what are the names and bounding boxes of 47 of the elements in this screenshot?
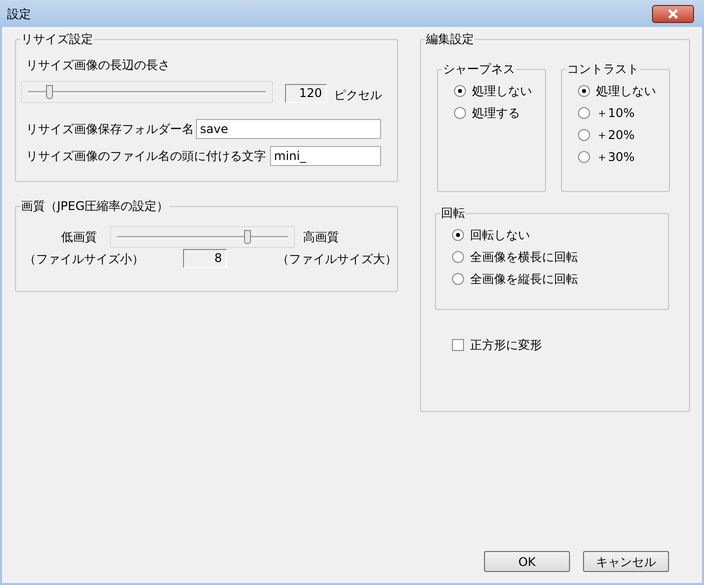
radio-button[interactable]: [578, 129, 590, 141]
slider-thumb[interactable]: [46, 85, 54, 99]
radio-button[interactable]: [578, 151, 590, 163]
group-title: 編集設定: [425, 32, 475, 46]
radio-label[interactable]: 全画像を縦長に回転: [470, 270, 578, 288]
unit-label: ピクセル: [334, 87, 382, 104]
close-button[interactable]: [652, 4, 694, 22]
radio-label[interactable]: 回転しない: [470, 226, 530, 244]
radio-label[interactable]: 処理する: [472, 104, 520, 122]
slider-thumb[interactable]: [244, 230, 252, 244]
slider[interactable]: [110, 226, 295, 248]
text-field[interactable]: save: [196, 119, 381, 139]
group-title: リサイズ設定: [20, 32, 94, 46]
radio-label[interactable]: 処理しない: [596, 82, 656, 100]
radio-label[interactable]: ＋20%: [596, 126, 635, 144]
radio-button[interactable]: [578, 85, 590, 97]
radio-label[interactable]: 処理しない: [472, 82, 532, 100]
radio-label[interactable]: 全画像を横長に回転: [470, 248, 578, 266]
window-title: 設定: [7, 6, 31, 22]
radio-button[interactable]: [578, 107, 590, 119]
radio-button[interactable]: [454, 85, 466, 97]
group-title: 画質（JPEG圧縮率の設定）: [20, 199, 170, 213]
close-icon: [667, 8, 679, 18]
dialog-button[interactable]: OK: [484, 551, 570, 572]
large-size-note: （ファイルサイズ大）: [277, 250, 397, 268]
value-field[interactable]: 120: [285, 84, 327, 102]
checkbox[interactable]: [452, 339, 464, 351]
radio-button[interactable]: [452, 229, 464, 241]
dialog-button[interactable]: キャンセル: [583, 551, 669, 572]
high-quality-label: 高画質: [303, 229, 339, 246]
low-quality-label: 低画質: [61, 229, 98, 246]
group-title: シャープネス: [442, 62, 516, 76]
group-title: コントラスト: [566, 62, 640, 76]
radio-button[interactable]: [454, 107, 466, 119]
value-field[interactable]: 8: [183, 249, 227, 268]
field-label: リサイズ画像保存フォルダー名: [26, 121, 195, 138]
radio-button[interactable]: [452, 273, 464, 285]
radio-button[interactable]: [452, 251, 464, 263]
radio-label[interactable]: ＋10%: [596, 104, 635, 122]
text-field[interactable]: mini_: [270, 146, 381, 166]
field-label: リサイズ画像の長辺の長さ: [25, 57, 171, 74]
radio-label[interactable]: ＋30%: [596, 148, 635, 166]
slider[interactable]: [21, 81, 273, 103]
checkbox-label[interactable]: 正方形に変形: [470, 336, 542, 354]
group-title: 回転: [440, 206, 466, 220]
small-size-note: （ファイルサイズ小）: [24, 250, 145, 268]
field-label: リサイズ画像のファイル名の頭に付ける文字: [26, 148, 267, 165]
